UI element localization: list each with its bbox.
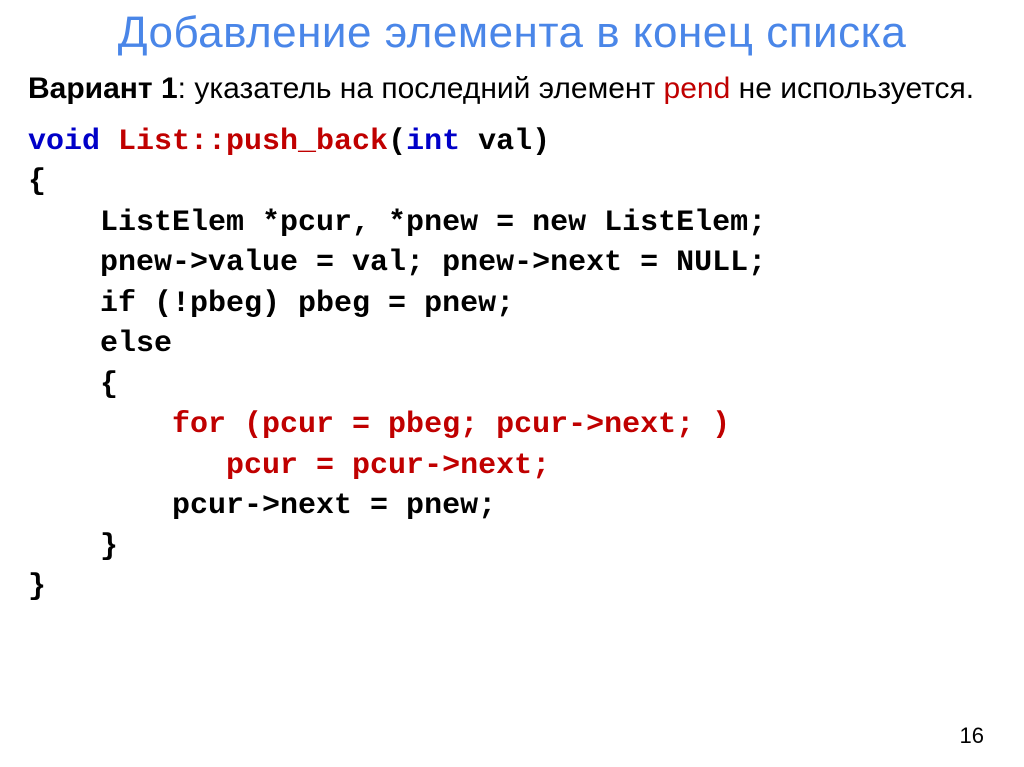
line-9: pcur = pcur->next; xyxy=(28,449,550,483)
line-5: if (!pbeg) pbeg = pnew; xyxy=(28,287,514,321)
line-10: pcur->next = pnew; xyxy=(28,489,496,523)
desc-colon: : xyxy=(178,72,195,105)
line-6: else xyxy=(28,327,172,361)
line-3: ListElem *pcur, *pnew = new ListElem; xyxy=(28,206,766,240)
slide: Добавление элемента в конец списка Вариа… xyxy=(0,0,1024,767)
kw-void: void xyxy=(28,125,100,159)
brace-open: { xyxy=(28,165,46,199)
brace-close: } xyxy=(28,570,46,604)
line-4: pnew->value = val; pnew->next = NULL; xyxy=(28,246,766,280)
desc-text-1: указатель на последний элемент xyxy=(194,72,663,105)
fn-name: List::push_back xyxy=(100,125,388,159)
line-7: { xyxy=(28,368,118,402)
desc-text-2: не используется. xyxy=(730,72,974,105)
description: Вариант 1: указатель на последний элемен… xyxy=(28,70,996,108)
code-block: void List::push_back(int val) { ListElem… xyxy=(28,122,996,608)
slide-title: Добавление элемента в конец списка xyxy=(28,8,996,58)
line-11: } xyxy=(28,530,118,564)
kw-int: int xyxy=(406,125,460,159)
param-val: val) xyxy=(460,125,550,159)
line-8: for (pcur = pbeg; pcur->next; ) xyxy=(28,408,730,442)
paren-open: ( xyxy=(388,125,406,159)
variant-label: Вариант 1 xyxy=(28,72,178,105)
pend-keyword: pend xyxy=(664,72,731,105)
page-number: 16 xyxy=(960,723,984,749)
